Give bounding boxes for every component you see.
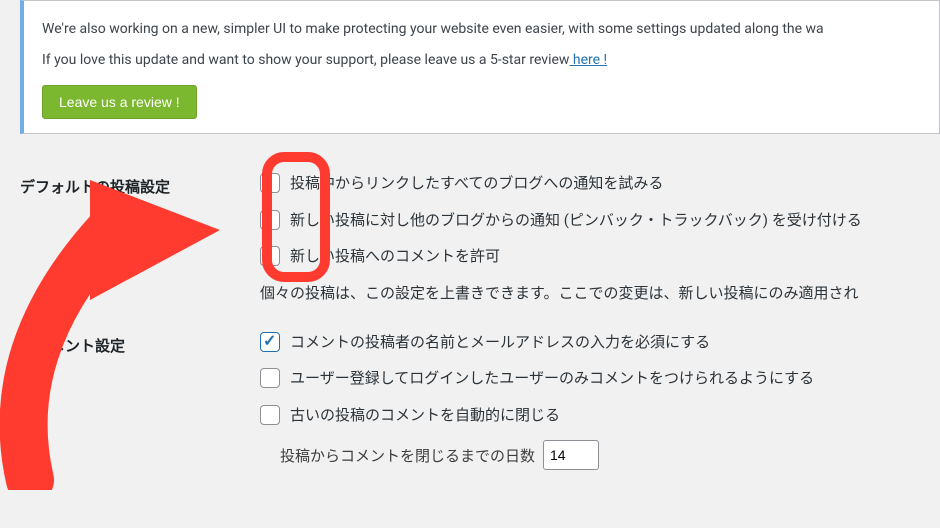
other-comment-settings-label: のコメント設定 <box>20 331 260 356</box>
close-days-field: 投稿からコメントを閉じるまでの日数 <box>280 440 940 470</box>
pingback-notify-checkbox[interactable] <box>260 173 280 193</box>
auto-close-old-checkbox[interactable] <box>260 405 280 425</box>
leave-review-button[interactable]: Leave us a review ! <box>42 85 197 119</box>
default-post-settings-row: デフォルトの投稿設定 投稿中からリンクしたすべてのブログへの通知を試みる 新しい… <box>20 154 940 303</box>
review-notice: We're also working on a new, simpler UI … <box>20 0 940 134</box>
allow-comments-option[interactable]: 新しい投稿へのコメントを許可 <box>260 245 940 268</box>
pingback-receive-checkbox[interactable] <box>260 210 280 230</box>
default-post-note: 個々の投稿は、この設定を上書きできます。ここでの変更は、新しい投稿にのみ適用され <box>260 282 940 303</box>
default-post-settings-label: デフォルトの投稿設定 <box>20 172 260 197</box>
close-days-label: 投稿からコメントを閉じるまでの日数 <box>280 445 535 466</box>
notice-line-1: We're also working on a new, simpler UI … <box>42 19 921 40</box>
allow-comments-checkbox[interactable] <box>260 246 280 266</box>
require-name-email-option[interactable]: コメントの投稿者の名前とメールアドレスの入力を必須にする <box>260 331 940 354</box>
pingback-receive-option[interactable]: 新しい投稿に対し他のブログからの通知 (ピンバック・トラックバック) を受け付け… <box>260 209 940 232</box>
require-login-option[interactable]: ユーザー登録してログインしたユーザーのみコメントをつけられるようにする <box>260 367 940 390</box>
require-login-checkbox[interactable] <box>260 368 280 388</box>
auto-close-old-option[interactable]: 古いの投稿のコメントを自動的に閉じる <box>260 404 940 427</box>
review-link[interactable]: here ! <box>569 52 607 68</box>
close-days-input[interactable] <box>543 440 599 470</box>
pingback-notify-option[interactable]: 投稿中からリンクしたすべてのブログへの通知を試みる <box>260 172 940 195</box>
other-comment-settings-row: のコメント設定 コメントの投稿者の名前とメールアドレスの入力を必須にする ユーザ… <box>20 303 940 471</box>
notice-line-2: If you love this update and want to show… <box>42 50 921 71</box>
settings-table: デフォルトの投稿設定 投稿中からリンクしたすべてのブログへの通知を試みる 新しい… <box>0 154 940 470</box>
require-name-email-checkbox[interactable] <box>260 332 280 352</box>
